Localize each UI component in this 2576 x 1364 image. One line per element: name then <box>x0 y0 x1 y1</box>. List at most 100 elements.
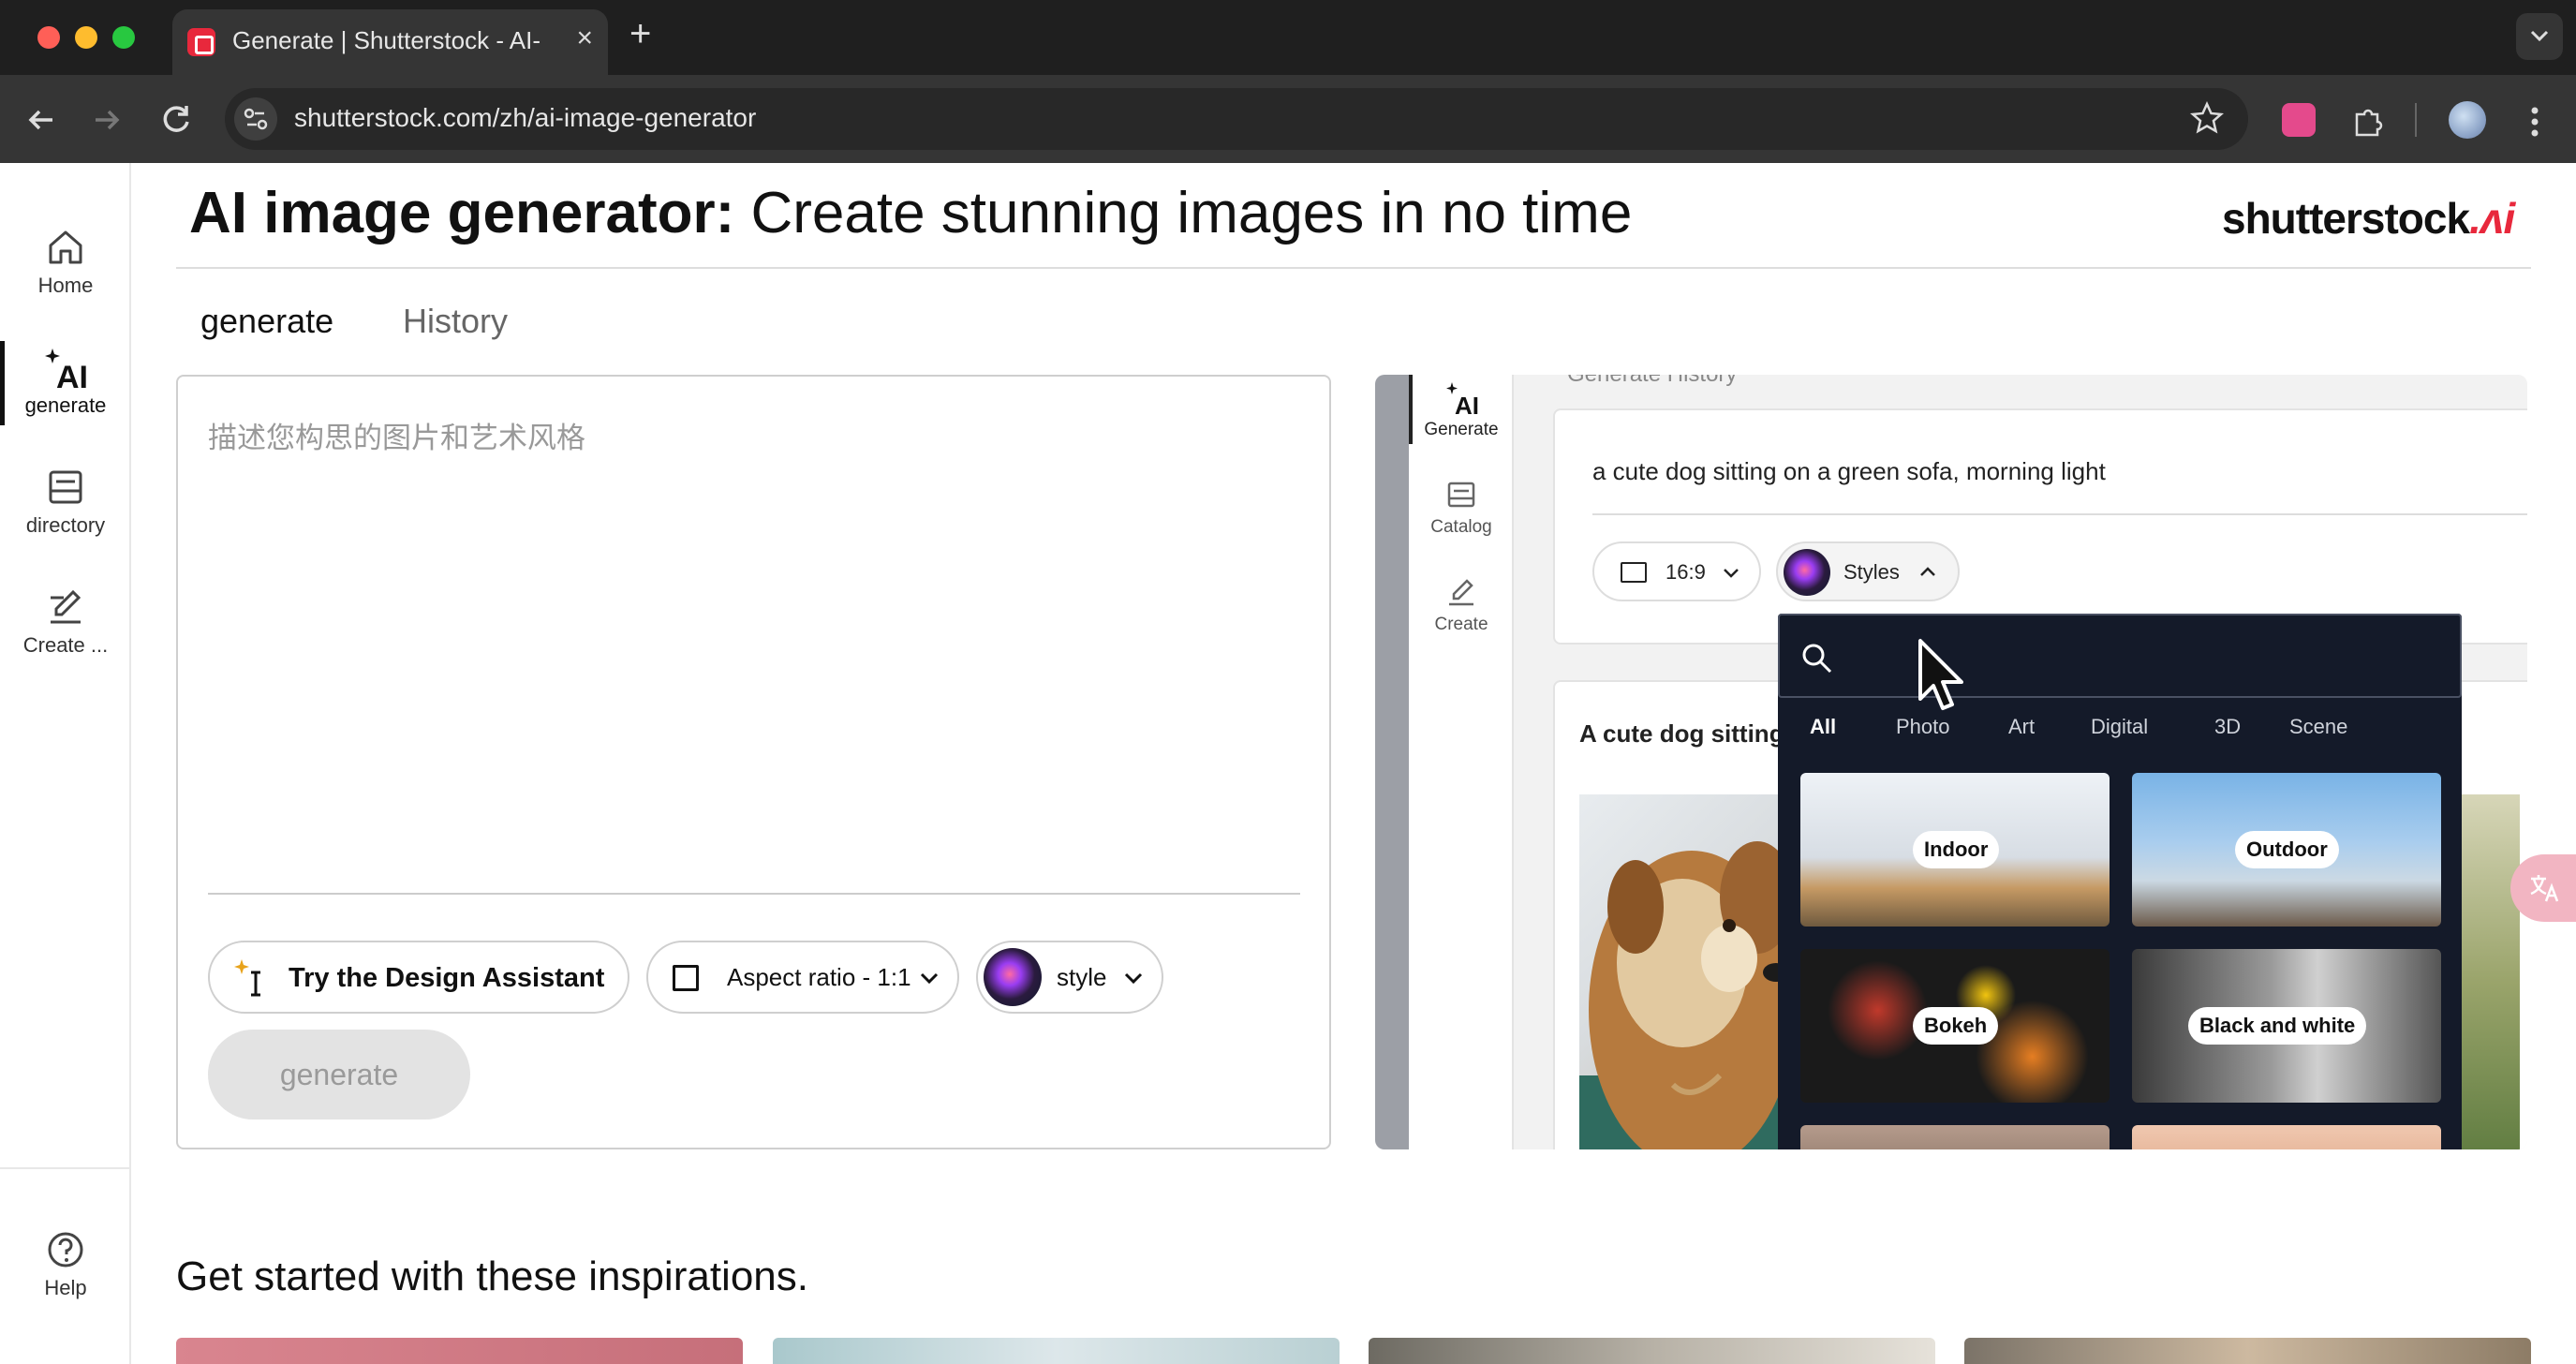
preview-styles-label: Styles <box>1843 560 1900 584</box>
mouse-cursor-icon <box>1918 639 1963 710</box>
style-tile-outdoor[interactable]: Outdoor <box>2132 773 2441 927</box>
preview-top-tabs: Generate History <box>1567 375 1737 388</box>
close-tab-icon[interactable]: × <box>576 22 593 54</box>
tray-icon <box>1447 482 1475 508</box>
shutterstock-logo[interactable]: shutterstock.ᴧi <box>2222 193 2515 244</box>
inspiration-card[interactable] <box>1964 1338 2531 1364</box>
preview-divider <box>1592 513 2527 515</box>
chevron-down-icon <box>1724 569 1739 578</box>
style-category-3d[interactable]: 3D <box>2214 715 2241 739</box>
maximize-window-button[interactable] <box>112 26 135 49</box>
inspirations-heading: Get started with these inspirations. <box>176 1253 808 1299</box>
style-tile-label: Bokeh <box>1913 1007 1999 1045</box>
preview-rail-label: Generate <box>1424 420 1499 439</box>
aspect-ratio-select[interactable]: Aspect ratio - 1:1 <box>646 941 959 1014</box>
minimize-window-button[interactable] <box>75 26 97 49</box>
rail-item-create[interactable]: Create ... <box>0 564 131 667</box>
rail-item-home[interactable]: Home <box>0 204 131 307</box>
preview-rail-label: Create <box>1434 615 1488 634</box>
preview-edge-strip <box>1375 375 1409 1149</box>
rail-item-generate[interactable]: AI generate <box>0 324 131 427</box>
inspiration-card[interactable] <box>773 1338 1340 1364</box>
site-info-icon[interactable] <box>234 97 277 141</box>
dog-illustration <box>1579 841 1804 1149</box>
style-category-art[interactable]: Art <box>2008 715 2035 739</box>
preview-ratio-pill: 16:9 <box>1592 541 1761 601</box>
style-category-photo[interactable]: Photo <box>1896 715 1950 739</box>
more-menu-icon[interactable] <box>2520 103 2550 141</box>
style-category-all[interactable]: All <box>1810 715 1836 739</box>
floating-translate-button[interactable] <box>2510 854 2576 922</box>
help-icon <box>48 1232 83 1268</box>
search-icon <box>1802 644 1832 674</box>
demo-preview-panel: AI Generate Catalog Create Generate Hist… <box>1375 375 2527 1149</box>
sparkle-cursor-icon <box>234 959 260 997</box>
left-nav-rail: Home AI generate directory Create ... He… <box>0 163 131 1364</box>
rail-label-directory: directory <box>25 513 106 537</box>
styles-search-input[interactable] <box>1778 614 2462 698</box>
address-bar[interactable]: shutterstock.com/zh/ai-image-generator <box>225 88 2248 150</box>
design-assistant-button[interactable]: Try the Design Assistant <box>208 941 629 1014</box>
preview-ratio-label: 16:9 <box>1666 560 1706 584</box>
preview-prompt-text: a cute dog sitting on a green sofa, morn… <box>1592 457 2106 485</box>
chevron-down-icon <box>1124 972 1143 985</box>
extension-translate-icon[interactable] <box>2282 103 2316 137</box>
rail-label-generate: generate <box>24 393 107 417</box>
tray-icon <box>49 470 82 504</box>
extensions-puzzle-icon[interactable] <box>2349 103 2387 141</box>
inspiration-card[interactable] <box>176 1338 743 1364</box>
reload-icon[interactable] <box>155 99 197 141</box>
browser-tab-active[interactable]: Generate | Shutterstock - AI- × <box>172 9 608 75</box>
logo-ai-mark: .ᴧi <box>2469 194 2515 243</box>
preview-rail-label: Catalog <box>1430 517 1492 537</box>
prompt-panel: Try the Design Assistant Aspect ratio - … <box>176 375 1331 1149</box>
page-title: AI image generator: Create stunning imag… <box>189 180 1632 246</box>
prompt-divider <box>208 893 1300 895</box>
header-divider <box>176 267 2531 269</box>
translate-icon <box>2530 875 2559 902</box>
prompt-input[interactable] <box>208 414 1295 882</box>
tab-generate[interactable]: generate <box>200 302 333 341</box>
design-assistant-label: Try the Design Assistant <box>289 963 605 993</box>
style-thumbnail <box>984 948 1042 1006</box>
forward-icon[interactable] <box>86 99 127 141</box>
style-tile-label: Outdoor <box>2235 831 2339 868</box>
shutterstock-favicon-icon <box>187 28 215 56</box>
generate-button[interactable]: generate <box>208 1030 470 1119</box>
style-tile-label: Black and white <box>2188 1007 2367 1045</box>
style-select[interactable]: style <box>976 941 1163 1014</box>
style-category-digital[interactable]: Digital <box>2091 715 2148 739</box>
edit-icon <box>51 589 81 624</box>
logo-text: shutterstock <box>2222 194 2470 243</box>
ratio-icon <box>1621 562 1647 583</box>
svg-text:AI: AI <box>56 360 88 393</box>
url-text: shutterstock.com/zh/ai-image-generator <box>294 103 757 132</box>
browser-tab-bar: Generate | Shutterstock - AI- × + <box>0 0 2576 75</box>
style-tile-partial[interactable] <box>1800 1125 2110 1149</box>
back-icon[interactable] <box>21 99 62 141</box>
style-tile-black-and-white[interactable]: Black and white <box>2132 949 2441 1103</box>
aspect-ratio-label: Aspect ratio - 1:1 <box>727 963 911 991</box>
page-title-rest: Create stunning images in no time <box>734 181 1633 245</box>
style-tile-partial[interactable] <box>2132 1125 2441 1149</box>
new-tab-button[interactable]: + <box>629 13 651 55</box>
tab-title: Generate | Shutterstock - AI- <box>232 26 541 54</box>
tab-history[interactable]: History <box>403 302 508 341</box>
styles-popover: All Photo Art Digital 3D Scene Indoor Ou… <box>1778 614 2462 1149</box>
style-tile-indoor[interactable]: Indoor <box>1800 773 2110 927</box>
bookmark-star-icon[interactable] <box>2188 99 2226 137</box>
inspiration-card[interactable] <box>1369 1338 1935 1364</box>
style-category-scene[interactable]: Scene <box>2289 715 2347 739</box>
generate-button-label: generate <box>279 1058 399 1091</box>
style-tile-bokeh[interactable]: Bokeh <box>1800 949 2110 1103</box>
close-window-button[interactable] <box>37 26 60 49</box>
preview-prompt-card: a cute dog sitting on a green sofa, morn… <box>1553 408 2527 645</box>
profile-avatar[interactable] <box>2449 101 2486 139</box>
rail-item-help[interactable]: Help <box>0 1207 131 1310</box>
browser-toolbar: shutterstock.com/zh/ai-image-generator <box>0 75 2576 163</box>
style-label: style <box>1057 963 1107 991</box>
rail-item-directory[interactable]: directory <box>0 444 131 547</box>
tab-search-button[interactable] <box>2516 13 2563 60</box>
style-tile-label: Indoor <box>1913 831 2000 868</box>
style-thumbnail <box>1784 549 1830 596</box>
